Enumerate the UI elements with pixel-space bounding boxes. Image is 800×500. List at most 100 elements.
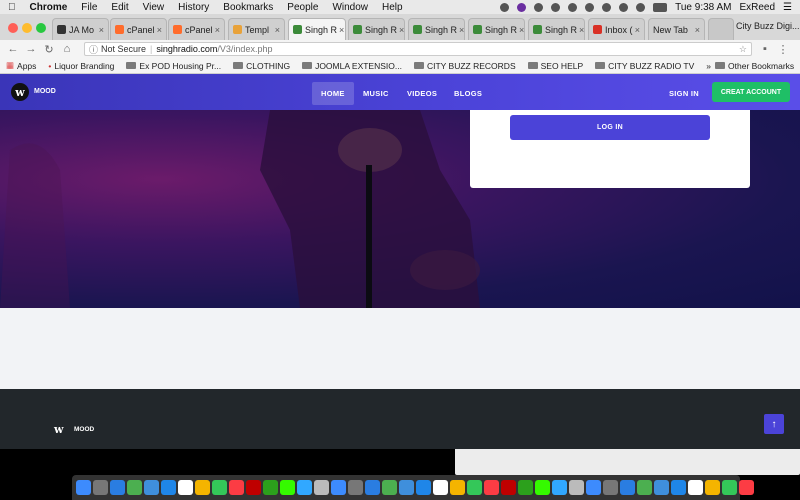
- status-icon[interactable]: [534, 2, 544, 12]
- trash-icon[interactable]: [569, 480, 584, 495]
- extension-icon[interactable]: ▪: [758, 43, 772, 55]
- bookmarks-overflow[interactable]: »: [706, 61, 711, 71]
- photoshop-icon[interactable]: [297, 480, 312, 495]
- mic-icon[interactable]: [500, 2, 510, 12]
- tab-close-icon[interactable]: ×: [633, 25, 640, 35]
- apple-menu-icon[interactable]: : [8, 2, 16, 13]
- app-store-icon[interactable]: [671, 480, 686, 495]
- launchpad-icon[interactable]: [603, 480, 618, 495]
- status-icon[interactable]: [517, 2, 527, 12]
- browser-tab[interactable]: cPanel ×: [168, 18, 225, 40]
- battery-icon[interactable]: [653, 2, 668, 12]
- reload-icon[interactable]: ↻: [42, 43, 56, 56]
- nav-home[interactable]: HOME: [312, 82, 354, 105]
- finder-icon[interactable]: [331, 480, 346, 495]
- photos-icon[interactable]: [450, 480, 465, 495]
- mail-icon[interactable]: [654, 480, 669, 495]
- tab-close-icon[interactable]: ×: [517, 25, 524, 35]
- create-account-button[interactable]: CREAT ACCOUNT: [712, 82, 790, 102]
- quickbooks-icon[interactable]: [518, 480, 533, 495]
- photos-icon[interactable]: [195, 480, 210, 495]
- finder-icon[interactable]: [586, 480, 601, 495]
- browser-tab[interactable]: Singh R ×: [528, 18, 585, 40]
- calendar-icon[interactable]: [688, 480, 703, 495]
- dreamweaver-icon[interactable]: [535, 480, 550, 495]
- sign-in-link[interactable]: SIGN IN: [660, 82, 708, 105]
- mail-icon[interactable]: [144, 480, 159, 495]
- messages-icon[interactable]: [722, 480, 737, 495]
- info-icon[interactable]: ⓘ: [89, 43, 98, 56]
- menu-people[interactable]: People: [287, 2, 318, 13]
- browser-tab[interactable]: Singh R ×: [468, 18, 525, 40]
- clock[interactable]: Tue 9:38 AM: [675, 2, 731, 13]
- nav-music[interactable]: MUSIC: [354, 82, 398, 105]
- volume-icon[interactable]: [636, 2, 646, 12]
- browser-tab-active[interactable]: Singh R ×: [288, 18, 346, 40]
- nav-blogs[interactable]: BLOGS: [445, 82, 491, 105]
- app-store-icon[interactable]: [161, 480, 176, 495]
- music-icon[interactable]: [739, 480, 754, 495]
- address-bar[interactable]: ⓘ Not Secure | singhradio.com /V3/index.…: [84, 42, 752, 56]
- home-icon[interactable]: ⌂: [60, 43, 74, 55]
- tab-close-icon[interactable]: ×: [97, 25, 104, 35]
- tab-close-icon[interactable]: ×: [693, 25, 700, 35]
- user-menu[interactable]: ExReed: [739, 2, 775, 13]
- minimize-window-icon[interactable]: [22, 23, 32, 33]
- safari-icon[interactable]: [110, 480, 125, 495]
- music-icon[interactable]: [229, 480, 244, 495]
- status-icon[interactable]: [551, 2, 561, 12]
- site-logo[interactable]: w: [11, 83, 29, 101]
- menu-bookmarks[interactable]: Bookmarks: [223, 2, 273, 13]
- tab-close-icon[interactable]: ×: [457, 25, 464, 35]
- filezilla-icon[interactable]: [501, 480, 516, 495]
- nav-videos[interactable]: VIDEOS: [398, 82, 446, 105]
- browser-tab[interactable]: Inbox (×: [588, 18, 645, 40]
- calendar-icon[interactable]: [433, 480, 448, 495]
- browser-tab[interactable]: cPanel ×: [110, 18, 167, 40]
- status-icon[interactable]: [585, 2, 595, 12]
- bookmark-apps[interactable]: ▦ Apps: [6, 60, 36, 71]
- menu-file[interactable]: File: [81, 2, 97, 13]
- footer-logo-icon[interactable]: w: [54, 423, 63, 436]
- bookmark-folder[interactable]: CITY BUZZ RADIO TV: [595, 61, 694, 71]
- messages-icon[interactable]: [467, 480, 482, 495]
- wifi-icon[interactable]: [619, 2, 629, 12]
- trash-icon[interactable]: [314, 480, 329, 495]
- menu-view[interactable]: View: [143, 2, 165, 13]
- bookmark-folder[interactable]: JOOMLA EXTENSIO...: [302, 61, 402, 71]
- finder-icon[interactable]: [76, 480, 91, 495]
- messages-icon[interactable]: [212, 480, 227, 495]
- chrome-icon[interactable]: [637, 480, 652, 495]
- menu-list-icon[interactable]: ☰: [783, 2, 792, 13]
- forward-icon[interactable]: →: [24, 43, 38, 55]
- scroll-to-top-button[interactable]: ↑: [764, 414, 784, 434]
- music-icon[interactable]: [484, 480, 499, 495]
- menu-window[interactable]: Window: [332, 2, 368, 13]
- bookmark-folder[interactable]: Ex POD Housing Pr...: [126, 61, 221, 71]
- chrome-menu-icon[interactable]: ⋮: [776, 43, 790, 56]
- browser-tab[interactable]: New Tab ×: [648, 18, 705, 40]
- new-tab-button[interactable]: [708, 18, 734, 40]
- maximize-window-icon[interactable]: [36, 23, 46, 33]
- brand-name[interactable]: MOOD: [34, 88, 56, 95]
- tab-close-icon[interactable]: ×: [337, 25, 344, 35]
- safari-icon[interactable]: [620, 480, 635, 495]
- mail-icon[interactable]: [399, 480, 414, 495]
- search-icon[interactable]: [602, 2, 612, 12]
- bookmark-star-icon[interactable]: ☆: [739, 44, 747, 55]
- bookmark-folder[interactable]: CITY BUZZ RECORDS: [413, 61, 516, 71]
- menu-history[interactable]: History: [178, 2, 209, 13]
- launchpad-icon[interactable]: [348, 480, 363, 495]
- launchpad-icon[interactable]: [93, 480, 108, 495]
- bookmark-item[interactable]: • Liquor Branding: [48, 61, 114, 71]
- app-store-icon[interactable]: [416, 480, 431, 495]
- app-menu[interactable]: Chrome: [30, 2, 68, 13]
- login-button[interactable]: LOG IN: [510, 115, 710, 140]
- chrome-icon[interactable]: [127, 480, 142, 495]
- other-bookmarks[interactable]: Other Bookmarks: [715, 61, 794, 71]
- tab-close-icon[interactable]: ×: [213, 25, 220, 35]
- profile-label[interactable]: City Buzz Digi...: [736, 21, 800, 31]
- bookmark-folder[interactable]: CLOTHING: [233, 61, 290, 71]
- status-icon[interactable]: [568, 2, 578, 12]
- menu-edit[interactable]: Edit: [111, 2, 128, 13]
